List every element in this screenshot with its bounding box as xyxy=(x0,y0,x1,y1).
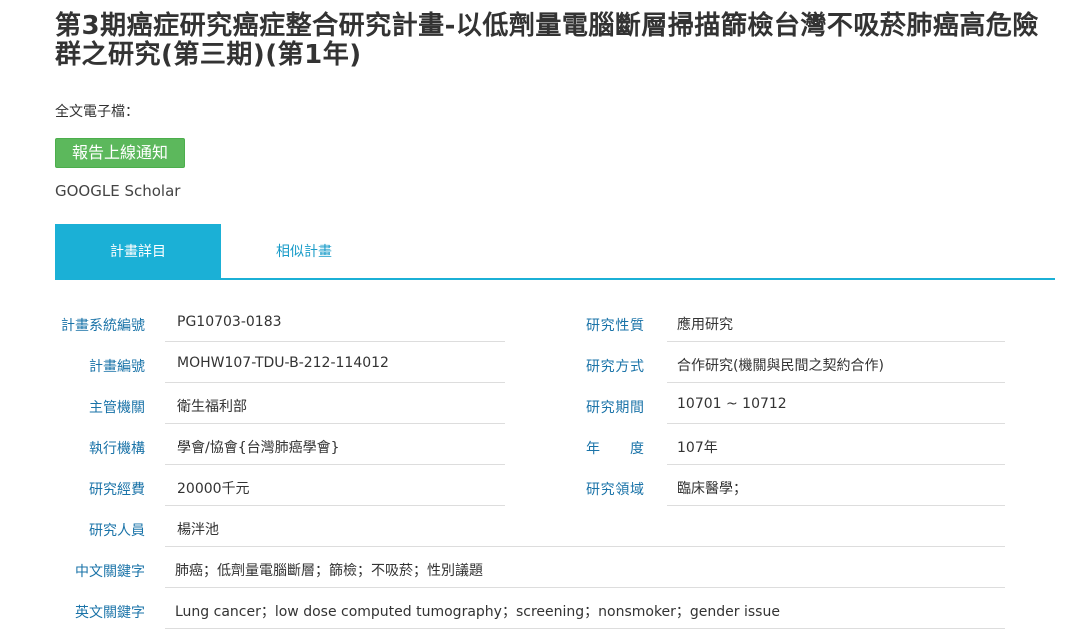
row-divider xyxy=(165,628,1005,629)
page-title: 第3期癌症研究癌症整合研究計畫-以低劑量電腦斷層掃描篩檢台灣不吸菸肺癌高危險群之… xyxy=(55,11,1039,70)
detail-row: 研究經費 20000千元 研究領域 臨床醫學； xyxy=(55,468,1055,509)
row-divider xyxy=(165,505,505,506)
label-researcher: 研究人員 xyxy=(89,523,145,539)
tab-bar: 計畫詳目 相似計畫 xyxy=(55,224,1055,280)
report-notify-button[interactable]: 報告上線通知 xyxy=(55,138,185,168)
label-authority: 主管機關 xyxy=(89,400,145,416)
label-chinese-keywords: 中文關鍵字 xyxy=(75,564,145,580)
row-divider xyxy=(667,382,1005,383)
value-funding: 20000千元 xyxy=(177,481,250,497)
value-english-keywords: Lung cancer；low dose computed tumography… xyxy=(175,604,780,620)
detail-row: 執行機構 學會/協會{台灣肺癌學會} 年 度 107年 xyxy=(55,427,1055,468)
detail-row: 研究人員 楊泮池 xyxy=(55,509,1055,550)
tab-project-details[interactable]: 計畫詳目 xyxy=(55,224,221,278)
row-divider xyxy=(165,587,1005,588)
value-project-number: MOHW107-TDU-B-212-114012 xyxy=(177,355,389,371)
row-divider xyxy=(667,505,1005,506)
label-research-method: 研究方式 xyxy=(586,359,644,375)
label-year: 年 度 xyxy=(586,441,644,457)
value-researcher: 楊泮池 xyxy=(177,522,219,538)
row-divider xyxy=(667,464,1005,465)
row-divider xyxy=(165,423,505,424)
label-research-period: 研究期間 xyxy=(586,400,644,416)
label-executing-org: 執行機構 xyxy=(89,441,145,457)
value-research-period: 10701 ~ 10712 xyxy=(677,396,787,412)
detail-row: 中文關鍵字 肺癌；低劑量電腦斷層；篩檢；不吸菸；性別議題 xyxy=(55,550,1055,591)
value-research-field: 臨床醫學； xyxy=(677,481,747,497)
label-project-number: 計畫編號 xyxy=(89,359,145,375)
row-divider xyxy=(165,464,505,465)
label-research-field: 研究領域 xyxy=(586,482,644,498)
label-funding: 研究經費 xyxy=(89,482,145,498)
label-research-nature: 研究性質 xyxy=(586,318,644,334)
value-year: 107年 xyxy=(677,440,718,456)
label-english-keywords: 英文關鍵字 xyxy=(75,605,145,621)
detail-row: 計畫系統編號 PG10703-0183 研究性質 應用研究 xyxy=(55,304,1055,345)
google-scholar-link[interactable]: GOOGLE Scholar xyxy=(55,182,180,200)
value-authority: 衛生福利部 xyxy=(177,399,247,415)
value-system-id: PG10703-0183 xyxy=(177,314,282,330)
tab-similar-projects[interactable]: 相似計畫 xyxy=(221,224,387,278)
detail-row: 計畫編號 MOHW107-TDU-B-212-114012 研究方式 合作研究(… xyxy=(55,345,1055,386)
row-divider xyxy=(165,546,1005,547)
row-divider xyxy=(667,423,1005,424)
value-research-nature: 應用研究 xyxy=(677,317,733,333)
value-research-method: 合作研究(機關與民間之契約合作) xyxy=(677,358,884,374)
row-divider xyxy=(165,341,505,342)
label-system-id: 計畫系統編號 xyxy=(61,318,145,334)
row-divider xyxy=(667,341,1005,342)
fulltext-label: 全文電子檔： xyxy=(55,104,139,120)
row-divider xyxy=(165,382,505,383)
value-executing-org: 學會/協會{台灣肺癌學會} xyxy=(177,440,340,456)
value-chinese-keywords: 肺癌；低劑量電腦斷層；篩檢；不吸菸；性別議題 xyxy=(175,563,483,579)
detail-row: 主管機關 衛生福利部 研究期間 10701 ~ 10712 xyxy=(55,386,1055,427)
detail-row: 英文關鍵字 Lung cancer；low dose computed tumo… xyxy=(55,591,1055,632)
